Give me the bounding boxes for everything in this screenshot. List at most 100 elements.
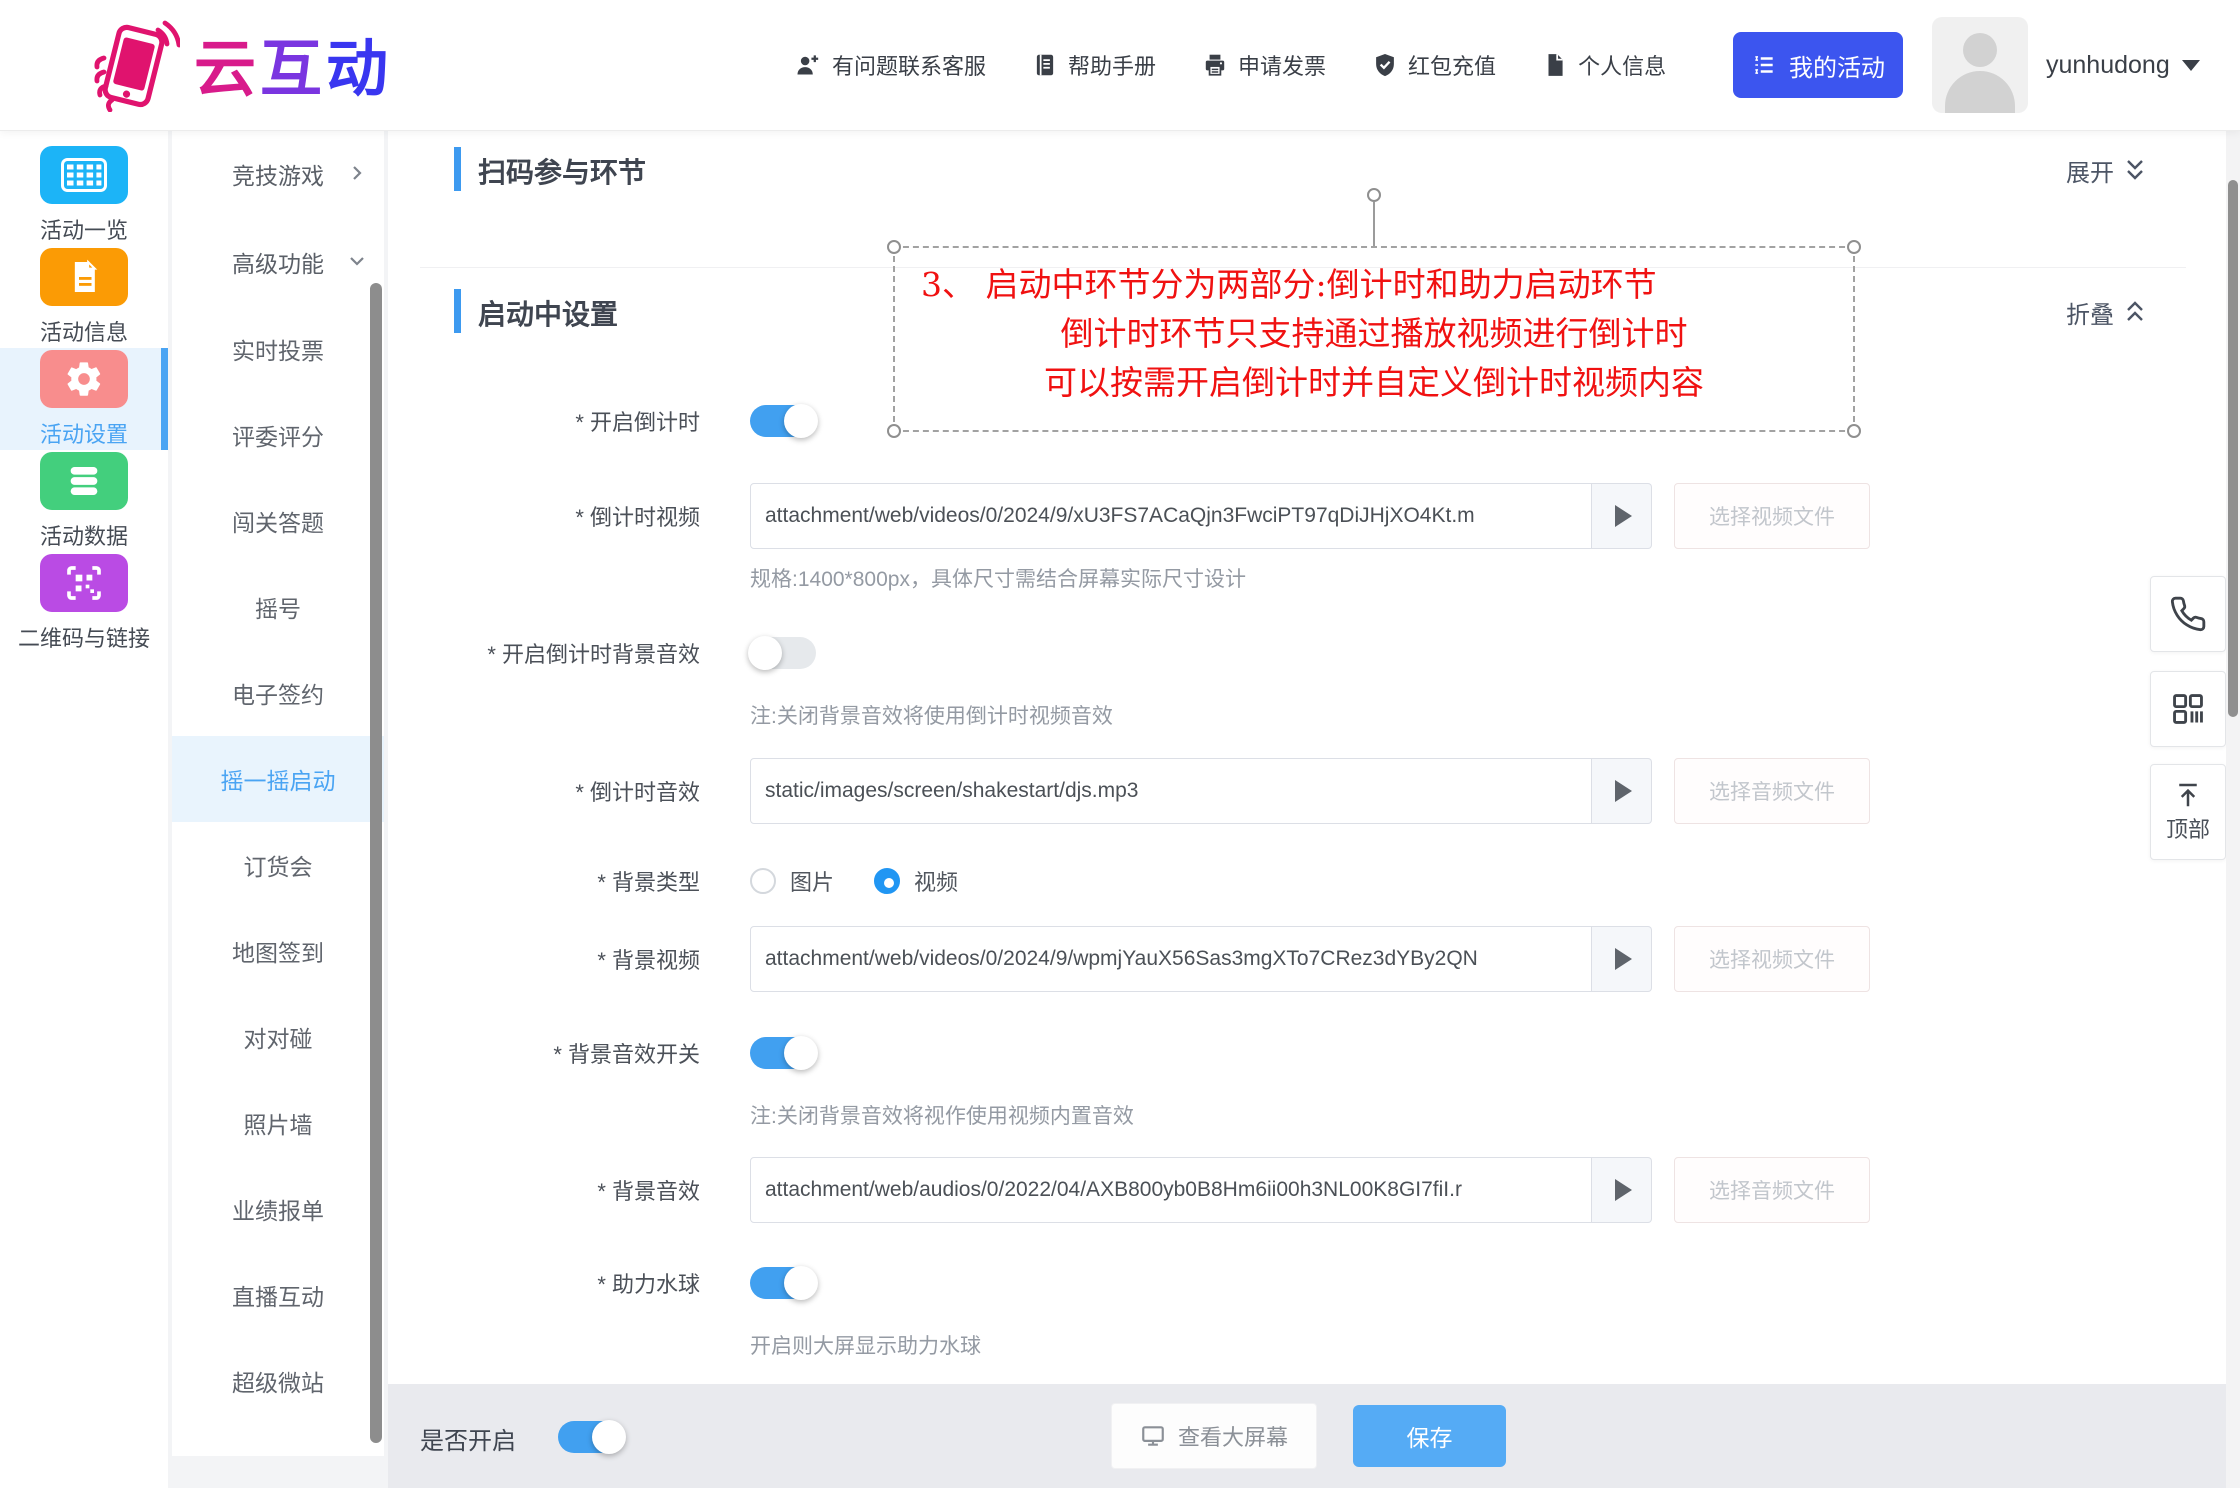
radio-checked-icon[interactable] [874,868,900,894]
submenu-item-lottery[interactable]: 摇号 [172,564,384,650]
submenu-item-esign[interactable]: 电子签约 [172,650,384,736]
nav-help-manual[interactable]: 帮助手册 [1032,49,1156,81]
submenu-item-realtime-voting[interactable]: 实时投票 [172,306,384,392]
choose-audio-file-button[interactable]: 选择音频文件 [1674,758,1870,824]
submenu-item-label: 地图签到 [232,934,324,968]
page-scrollbar-track[interactable] [2226,130,2240,1488]
choose-audio-file-button[interactable]: 选择音频文件 [1674,1157,1870,1223]
gear-icon [40,350,128,408]
nav-profile[interactable]: 个人信息 [1542,49,1666,81]
field-label: * 开启倒计时背景音效 [420,637,700,669]
submenu-item-label: 闯关答题 [232,504,324,538]
contact-phone-button[interactable] [2150,576,2226,652]
submenu-item-judge-scoring[interactable]: 评委评分 [172,392,384,478]
resize-handle-top-right[interactable] [1847,240,1861,254]
apps-grid-icon [2169,690,2207,728]
row-bgm-switch: * 背景音效开关 [420,1037,816,1069]
submenu-item-shake-to-start[interactable]: 摇一摇启动 [172,736,384,822]
sidebar-item-activity-info[interactable]: 活动信息 [0,246,168,348]
countdown-bgm-toggle[interactable] [750,637,816,669]
user-menu[interactable]: yunhudong [2046,51,2200,80]
field-label: * 背景音效 [420,1174,700,1206]
sidebar-item-qrcode-links[interactable]: 二维码与链接 [0,552,168,654]
assist-ball-toggle[interactable] [750,1267,816,1299]
expand-button[interactable]: 展开 [2066,153,2146,188]
countdown-audio-input[interactable] [750,758,1592,824]
countdown-video-input[interactable] [750,483,1592,549]
avatar[interactable] [1932,17,2028,113]
rotation-handle[interactable] [1367,188,1381,202]
my-activities-button[interactable]: 我的活动 [1733,32,1903,98]
radio-label: 视频 [914,865,958,897]
submenu-item-label: 实时投票 [232,332,324,366]
countdown-enable-toggle[interactable] [750,405,816,437]
top-nav: 有问题联系客服 帮助手册 申请发票 红包充值 个人信息 [795,0,1666,130]
logo-text: 云互动 [194,18,392,108]
submenu-item-performance-report[interactable]: 业绩报单 [172,1166,384,1252]
save-button[interactable]: 保存 [1353,1405,1506,1467]
submenu-item-quiz-challenge[interactable]: 闯关答题 [172,478,384,564]
resize-handle-bottom-left[interactable] [887,424,901,438]
sidebar-item-activity-overview[interactable]: 活动一览 [0,144,168,246]
submenu-group-competitive-games[interactable]: 竞技游戏 [172,130,384,218]
play-icon [1615,505,1632,527]
resize-handle-top-left[interactable] [887,240,901,254]
play-preview-button[interactable] [1592,926,1652,992]
nav-label: 有问题联系客服 [832,49,986,81]
background-video-input[interactable] [750,926,1592,992]
submenu-group-advanced-features[interactable]: 高级功能 [172,218,384,306]
nav-invoice[interactable]: 申请发票 [1202,49,1326,81]
back-to-top-label: 顶部 [2166,812,2210,844]
submenu-item-match-pairs[interactable]: 对对碰 [172,994,384,1080]
view-big-screen-button[interactable]: 查看大屏幕 [1111,1403,1317,1469]
annotation-line: 3、 启动中环节分为两部分:倒计时和助力启动环节 [895,260,1853,309]
sidebar-item-activity-settings[interactable]: 活动设置 [0,348,168,450]
database-icon [40,452,128,510]
radio-unchecked-icon[interactable] [750,868,776,894]
sidebar-item-activity-data[interactable]: 活动数据 [0,450,168,552]
choose-video-file-button[interactable]: 选择视频文件 [1674,926,1870,992]
field-label: * 背景视频 [420,943,700,975]
radio-option-image[interactable]: 图片 [750,865,834,897]
play-preview-button[interactable] [1592,1157,1652,1223]
radio-option-video[interactable]: 视频 [874,865,958,897]
submenu-item-map-checkin[interactable]: 地图签到 [172,908,384,994]
collapse-button[interactable]: 折叠 [2066,295,2146,330]
sidebar-label: 活动一览 [40,213,128,245]
submenu-item-photo-wall[interactable]: 照片墙 [172,1080,384,1166]
nav-label: 红包充值 [1408,49,1496,81]
submenu-item-label: 对对碰 [244,1020,313,1054]
submenu-panel: 竞技游戏 高级功能 实时投票 评委评分 闯关答题 摇号 电子签约 摇一摇启动 订… [172,130,384,1456]
submenu-item-label: 业绩报单 [232,1192,324,1226]
nav-contact-support[interactable]: 有问题联系客服 [795,49,986,81]
enable-toggle[interactable] [558,1421,624,1453]
submenu-item-label: 电子签约 [232,676,324,710]
main-content: 扫码参与环节 展开 启动中设置 折叠 3、 启动中环节分为两部分:倒计时和助力启… [388,130,2226,1384]
icon-sidebar: 活动一览 活动信息 活动设置 活动数据 二维码与链接 [0,130,168,1488]
annotation-selection-box[interactable]: 3、 启动中环节分为两部分:倒计时和助力启动环节 倒计时环节只支持通过播放视频进… [893,246,1855,432]
submenu-item-live-interaction[interactable]: 直播互动 [172,1252,384,1338]
resize-handle-bottom-right[interactable] [1847,424,1861,438]
nav-label: 个人信息 [1578,49,1666,81]
submenu-item-super-microsite[interactable]: 超级微站 [172,1338,384,1424]
play-preview-button[interactable] [1592,758,1652,824]
bgm-switch-toggle[interactable] [750,1037,816,1069]
play-preview-button[interactable] [1592,483,1652,549]
apps-grid-button[interactable] [2150,671,2226,747]
choose-video-file-button[interactable]: 选择视频文件 [1674,483,1870,549]
nav-recharge[interactable]: 红包充值 [1372,49,1496,81]
assist-ball-note: 开启则大屏显示助力水球 [750,1330,981,1360]
page-scrollbar-thumb[interactable] [2228,180,2238,717]
section-title: 扫码参与环节 [478,151,646,191]
submenu-item-order-fair[interactable]: 订货会 [172,822,384,908]
row-countdown-video: * 倒计时视频 选择视频文件 [420,483,1870,549]
back-to-top-button[interactable]: 顶部 [2150,764,2226,860]
rotation-handle-stem [1373,202,1375,246]
book-icon [1032,52,1058,78]
grid-icon [40,146,128,204]
monitor-icon [1140,1423,1166,1449]
field-label: * 倒计时视频 [420,500,700,532]
submenu-scrollbar[interactable] [370,283,382,1443]
bgm-audio-input[interactable] [750,1157,1592,1223]
caret-down-icon [2182,60,2200,71]
